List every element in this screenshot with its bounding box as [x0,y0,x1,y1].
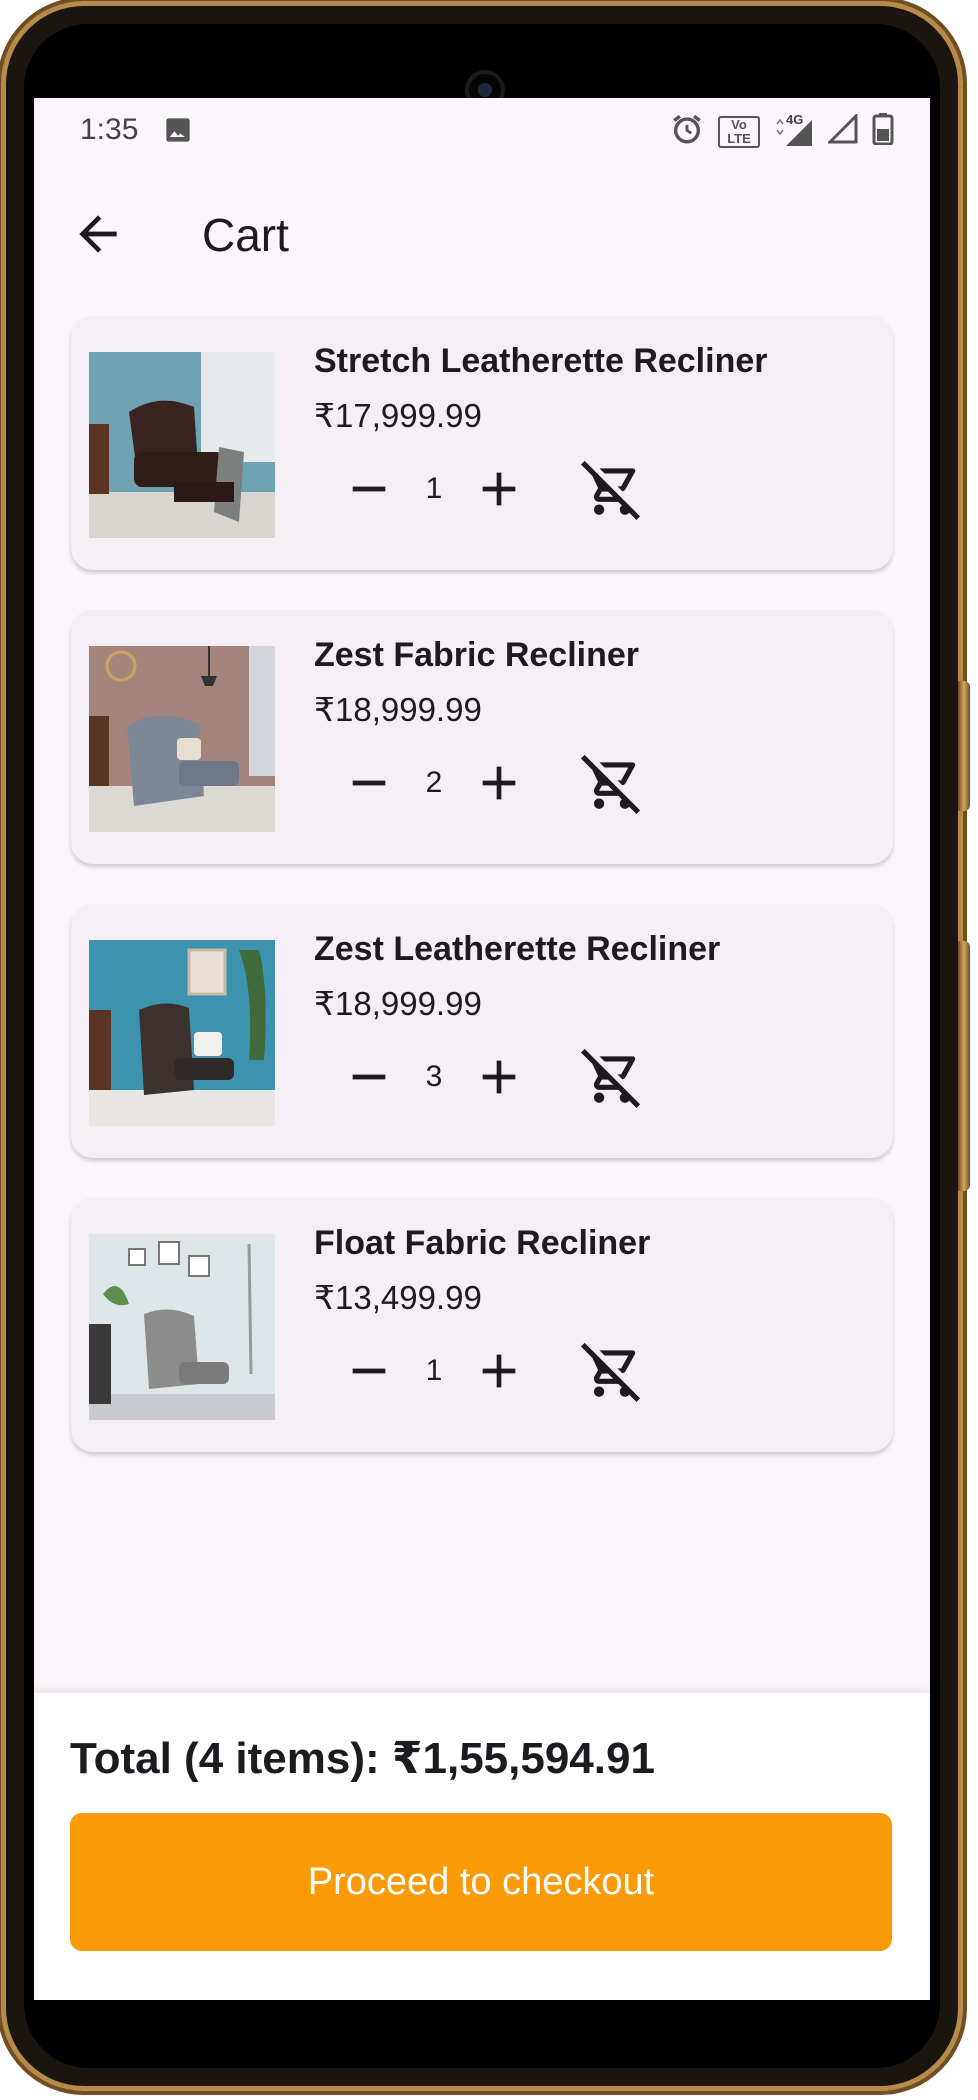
product-image [89,940,275,1126]
quantity-stepper: 1 [341,456,671,522]
proceed-to-checkout-button[interactable]: Proceed to checkout [70,1813,892,1951]
quantity-value: 1 [425,472,443,505]
increase-quantity-button[interactable] [471,1343,527,1399]
product-name: Stretch Leatherette Recliner [314,342,768,380]
quantity-stepper: 1 [341,1338,671,1404]
increase-quantity-button[interactable] [471,755,527,811]
signal-4g-icon: 4G [774,112,814,148]
increase-quantity-button[interactable] [471,1049,527,1105]
battery-icon [872,113,894,150]
minus-icon [352,1368,386,1374]
product-price: ₹17,999.99 [314,397,482,434]
product-image [89,352,275,538]
plus-icon [482,766,516,800]
decrease-quantity-button[interactable] [341,1343,397,1399]
increase-quantity-button[interactable] [471,461,527,517]
decrease-quantity-button[interactable] [341,461,397,517]
network-type: 4G [786,111,804,127]
power-button [958,941,970,1191]
plus-icon [482,472,516,506]
arrow-back-icon [79,215,117,253]
volume-button [958,681,970,811]
product-image [89,1234,275,1420]
quantity-value: 2 [425,766,443,799]
product-name: Zest Fabric Recliner [314,636,640,674]
remove-shopping-cart-icon [581,754,641,814]
cart-item-card: Zest Leatherette Recliner ₹18,999.99 3 [71,904,893,1158]
quantity-stepper: 3 [341,1044,671,1110]
remove-item-button[interactable] [581,1340,643,1402]
status-icons: Vo LTE 4G [670,112,894,151]
product-price: ₹18,999.99 [314,985,482,1022]
remove-shopping-cart-icon [581,460,641,520]
cart-item-card: Zest Fabric Recliner ₹18,999.99 2 [71,610,893,864]
remove-shopping-cart-icon [581,1342,641,1402]
remove-item-button[interactable] [581,458,643,520]
page-title: Cart [202,209,289,261]
remove-item-button[interactable] [581,752,643,814]
volte-icon: Vo LTE [718,115,760,148]
status-time: 1:35 [80,113,139,146]
app-bar: Cart [34,178,930,278]
plus-icon [482,1354,516,1388]
plus-icon [482,1060,516,1094]
quantity-value: 3 [425,1060,443,1093]
product-price: ₹13,499.99 [314,1279,482,1316]
cart-item-card: Float Fabric Recliner ₹13,499.99 1 [71,1198,893,1452]
product-name: Float Fabric Recliner [314,1224,651,1262]
cart-item-card: Stretch Leatherette Recliner ₹17,999.99 … [71,316,893,570]
minus-icon [352,1074,386,1080]
status-bar: 1:35 Vo LTE 4G [34,98,930,162]
remove-item-button[interactable] [581,1046,643,1108]
alarm-icon [670,112,704,151]
decrease-quantity-button[interactable] [341,1049,397,1105]
quantity-value: 1 [425,1354,443,1387]
product-name: Zest Leatherette Recliner [314,930,721,968]
app-screen: 1:35 Vo LTE 4G Cart Stretch Leatherette … [34,98,930,2000]
checkout-bar: Total (4 items): ₹1,55,594.91 Proceed to… [34,1693,930,2000]
signal-icon [826,112,858,149]
minus-icon [352,486,386,492]
product-image [89,646,275,832]
back-button[interactable] [70,206,126,262]
minus-icon [352,780,386,786]
cart-total: Total (4 items): ₹1,55,594.91 [70,1734,655,1783]
decrease-quantity-button[interactable] [341,755,397,811]
image-icon [164,116,192,149]
quantity-stepper: 2 [341,750,671,816]
product-price: ₹18,999.99 [314,691,482,728]
remove-shopping-cart-icon [581,1048,641,1108]
